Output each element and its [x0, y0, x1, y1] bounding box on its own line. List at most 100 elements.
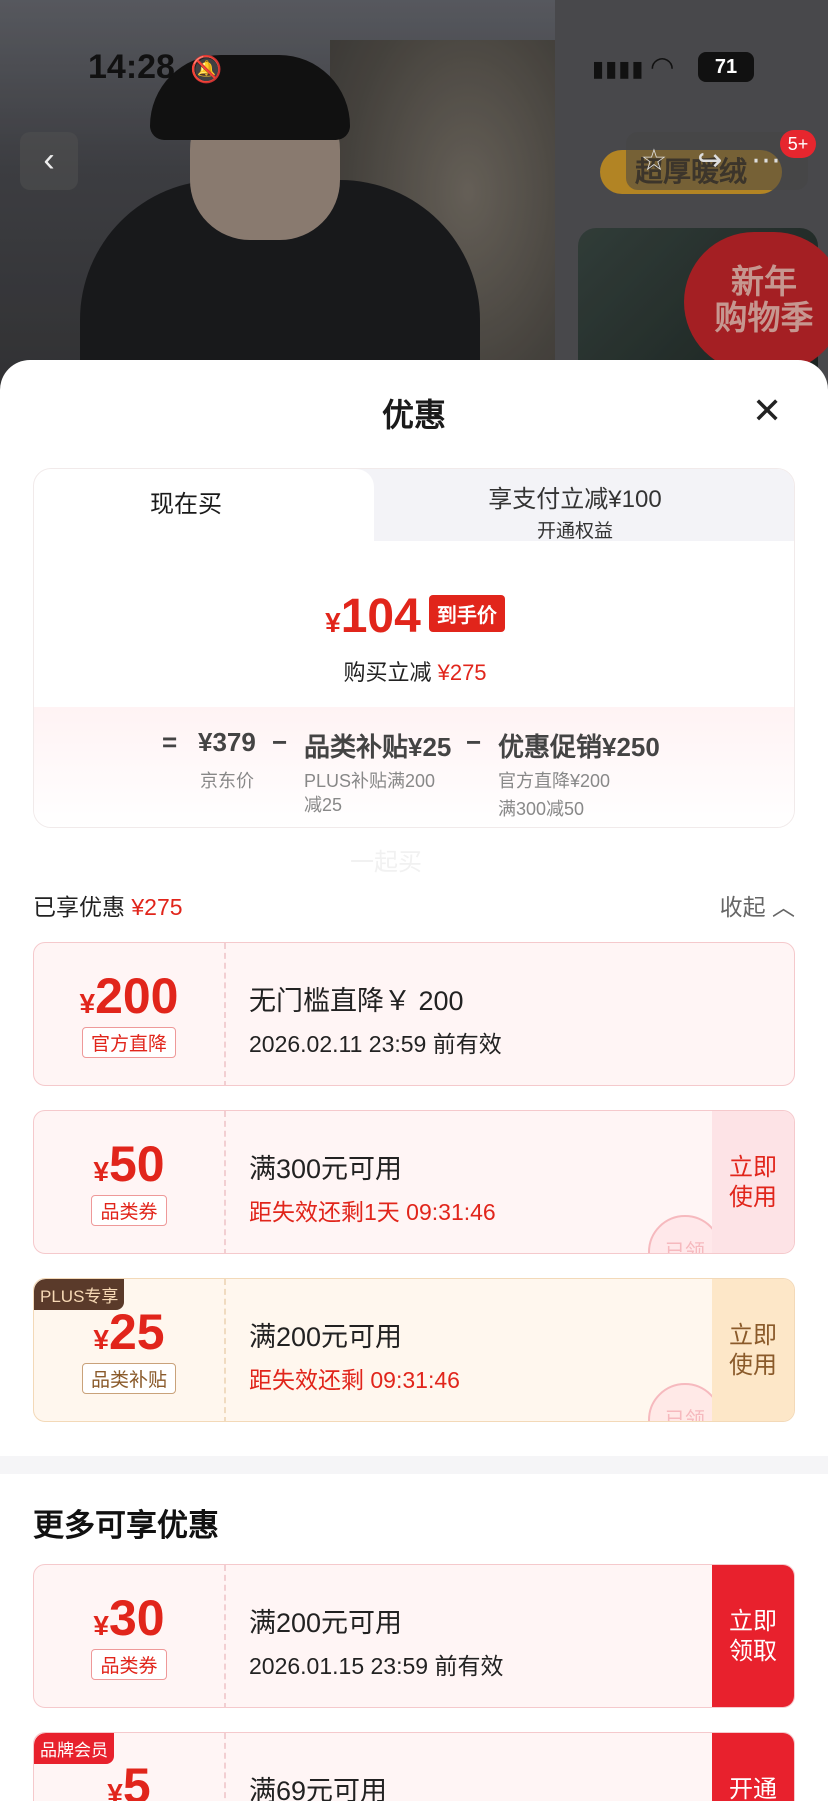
buy-together-watermark: 一起买 — [350, 849, 422, 876]
promo-label-1: 官方直降¥200 — [498, 771, 611, 791]
reduce-label: 购买立减 — [343, 660, 432, 685]
enjoyed-label-wrap: 已享优惠 ¥275 — [33, 894, 183, 920]
use-now-line2: 使用 — [729, 1352, 777, 1379]
claim-now-button[interactable]: 立即 领取 — [712, 1565, 794, 1707]
claimed-stamp: 已领 — [648, 1383, 722, 1421]
use-now-button[interactable]: 立即 使用 — [712, 1279, 794, 1421]
coupon-currency: ¥ — [93, 1156, 109, 1187]
coupon-divider — [224, 1279, 226, 1421]
coupon-validity: 2026.02.11 23:59 前有效 — [249, 1031, 502, 1057]
minus-sign-1: − — [272, 727, 288, 757]
mute-icon: 🔕 — [190, 54, 223, 84]
coupon-card: ¥30 品类券 满200元可用 2026.01.15 23:59 前有效 立即领… — [33, 1564, 795, 1708]
price-value: 104 — [340, 590, 421, 643]
battery-icon: 71 — [698, 52, 754, 82]
final-price: ¥104 到手价 — [34, 589, 794, 644]
coupon-title: 无门槛直降￥ 200 — [249, 986, 464, 1016]
coupon-amount: ¥50 — [34, 1135, 224, 1193]
use-now-line2: 使用 — [729, 1184, 777, 1211]
coupon-currency: ¥ — [79, 988, 96, 1019]
coupon-validity: 2026.01.15 23:59 前有效 — [249, 1653, 504, 1679]
cart-badge: 5+ — [780, 130, 816, 158]
coupon-amount: ¥200 — [34, 967, 224, 1025]
coupon-divider — [224, 1565, 226, 1707]
coupon-card: ¥25 品类补贴 PLUS专享 满200元可用 距失效还剩 09:31:46 已… — [33, 1278, 795, 1422]
tab-pay-line2: 开通权益 — [536, 521, 613, 542]
coupon-countdown: 距失效还剩1天 09:31:46 — [249, 1199, 496, 1225]
coupon-value: 5 — [122, 1758, 151, 1801]
coupon-amount-area: ¥200 官方直降 — [34, 943, 224, 1085]
share-icon[interactable]: ↪ — [682, 132, 738, 190]
coupon-kind: 品类券 — [91, 1195, 167, 1226]
enjoyed-label: 已享优惠 — [33, 894, 125, 920]
enjoyed-value: ¥275 — [131, 894, 183, 920]
coupon-amount-area: ¥50 品类券 — [34, 1111, 224, 1253]
tab-buy-now[interactable]: 现在买 — [34, 469, 374, 541]
coupon-title: 满300元可用 — [249, 1154, 403, 1184]
tab-pay-line1: 享支付立减¥100 — [488, 486, 662, 513]
jd-price-label: 京东价 — [200, 771, 254, 791]
use-now-button[interactable]: 立即 使用 — [712, 1111, 794, 1253]
coupon-card: ¥200 官方直降 无门槛直降￥ 200 2026.02.11 23:59 前有… — [33, 942, 795, 1086]
coupon-value: 50 — [108, 1136, 165, 1192]
promo-discount: 优惠促销¥250 — [498, 732, 660, 762]
sheet-title: 优惠 — [381, 397, 446, 433]
status-bar: 14:28 🔕 ▮▮▮▮ ◠ 71 — [0, 48, 828, 88]
coupon-currency: ¥ — [93, 1610, 109, 1641]
use-now-line1: 立即 — [729, 1322, 777, 1349]
price-card: 享支付立减¥100 开通权益 现在买 ¥104 到手价 购买立减 ¥275 = ¥… — [33, 468, 795, 828]
use-now-line1: 立即 — [729, 1154, 777, 1181]
claimed-stamp: 已领 — [648, 1215, 722, 1253]
coupon-value: 30 — [108, 1590, 165, 1646]
open-membership-label: 开通 — [729, 1776, 777, 1801]
coupon-currency: ¥ — [107, 1778, 123, 1801]
promo-label-2: 满300减50 — [498, 799, 585, 819]
coupon-divider — [224, 1111, 226, 1253]
coupon-amount: ¥30 — [34, 1589, 224, 1647]
status-time: 14:28 — [88, 48, 175, 86]
signal-icon: ▮▮▮▮ — [592, 56, 645, 81]
subsidy-label-1: PLUS补贴满200 — [304, 771, 436, 791]
equals-sign: = — [162, 727, 178, 757]
coupon-kind: 品类券 — [91, 1649, 167, 1680]
coupon-value: 200 — [95, 968, 179, 1024]
coupon-kind: 官方直降 — [81, 1027, 176, 1058]
collapse-button[interactable]: 收起 ︿ — [720, 888, 795, 922]
coupon-title: 满69元可用 — [249, 1776, 388, 1801]
plus-exclusive-tag: PLUS专享 — [34, 1279, 125, 1310]
open-membership-button[interactable]: 开通 — [712, 1733, 794, 1801]
tab-pay-benefit[interactable]: 享支付立减¥100 开通权益 — [354, 469, 794, 542]
close-button[interactable]: ✕ — [752, 390, 782, 432]
price-currency: ¥ — [325, 607, 341, 638]
minus-sign-2: − — [466, 727, 482, 757]
back-button[interactable]: ‹ — [20, 132, 78, 190]
enjoyed-discount-row: 已享优惠 ¥275 收起 ︿ — [33, 888, 795, 928]
coupon-countdown: 距失效还剩 09:31:46 — [249, 1367, 460, 1393]
section-separator — [0, 1456, 828, 1474]
coupon-amount: ¥25 — [34, 1303, 224, 1361]
star-icon[interactable]: ☆ — [626, 132, 682, 190]
reduce-line: 购买立减 ¥275 — [34, 655, 794, 687]
coupon-divider — [224, 1733, 226, 1801]
price-tag: 到手价 — [428, 595, 505, 632]
coupon-card: ¥50 品类券 满300元可用 距失效还剩1天 09:31:46 已领 立即使用 — [33, 1110, 795, 1254]
coupon-value: 25 — [108, 1304, 165, 1360]
coupon-amount-area: ¥30 品类券 — [34, 1565, 224, 1707]
close-icon: ✕ — [752, 390, 783, 431]
discount-sheet: 优惠 ✕ 享支付立减¥100 开通权益 现在买 ¥104 到手价 购买立减 ¥27… — [0, 360, 828, 1801]
coupon-kind: 品类补贴 — [81, 1363, 176, 1394]
jd-price: ¥379 — [198, 727, 256, 757]
brand-member-tag: 品牌会员 — [34, 1733, 114, 1764]
claim-now-line1: 立即 — [729, 1608, 777, 1635]
reduce-value: ¥275 — [437, 660, 487, 685]
coupon-title: 满200元可用 — [249, 1322, 403, 1352]
price-breakdown: = ¥379 京东价 − 品类补贴¥25 PLUS补贴满200 减25 − 优惠… — [34, 707, 794, 827]
coupon-divider — [224, 943, 226, 1085]
coupon-card: ¥5 品牌会员 满69元可用 开通 — [33, 1732, 795, 1801]
subsidy-label-2: 减25 — [304, 795, 343, 815]
category-subsidy: 品类补贴¥25 — [304, 732, 452, 762]
claim-now-line2: 领取 — [729, 1638, 777, 1665]
coupon-title: 满200元可用 — [249, 1608, 403, 1638]
wifi-icon: ◠ — [650, 51, 675, 82]
more-discounts-title: 更多可享优惠 — [33, 1508, 219, 1543]
